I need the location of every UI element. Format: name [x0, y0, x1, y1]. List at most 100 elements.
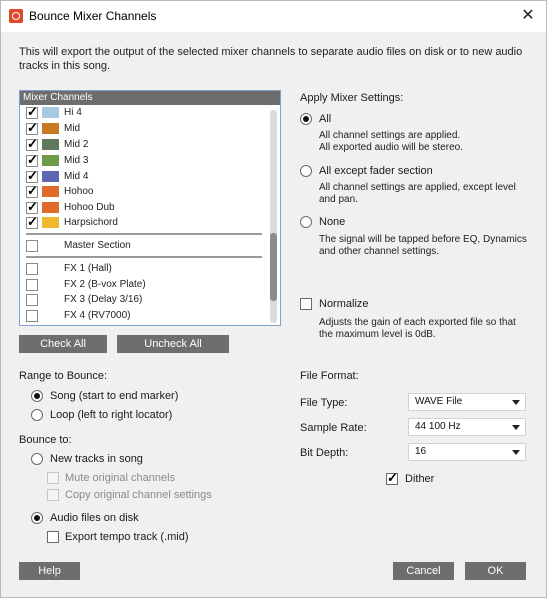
- channel-label: Harpsichord: [64, 217, 118, 228]
- channel-checkbox[interactable]: [26, 168, 38, 184]
- file-type-label: File Type:: [300, 397, 348, 409]
- master-label: Master Section: [64, 240, 131, 251]
- app-icon: [9, 9, 23, 23]
- apply-except-fader-radio[interactable]: [300, 165, 312, 177]
- normalize-desc: the maximum level is 0dB.: [319, 329, 436, 340]
- help-button[interactable]: Help: [19, 562, 80, 580]
- fx-label: FX 3 (Delay 3/16): [64, 294, 143, 305]
- apply-all-label[interactable]: All: [319, 113, 331, 125]
- channel-row[interactable]: Hi 4: [20, 104, 268, 121]
- apply-except-fader-desc: and pan.: [319, 194, 358, 205]
- channel-row[interactable]: Mid 3: [20, 152, 268, 169]
- chevron-down-icon: [512, 425, 520, 430]
- description-text: This will export the output of the selec…: [19, 46, 523, 72]
- channel-checkbox[interactable]: [26, 214, 38, 230]
- dither-label[interactable]: Dither: [405, 473, 434, 485]
- fx-row[interactable]: FX 4 (RV7000): [20, 308, 268, 324]
- chevron-down-icon: [512, 400, 520, 405]
- channel-row[interactable]: Hohoo: [20, 183, 268, 200]
- fx-checkbox[interactable]: [26, 310, 38, 322]
- bit-depth-value: 16: [415, 446, 427, 457]
- channel-row[interactable]: Mid: [20, 120, 268, 137]
- sample-rate-label: Sample Rate:: [300, 422, 367, 434]
- sample-rate-select[interactable]: 44 100 Hz: [408, 418, 526, 436]
- mute-original-checkbox: [47, 472, 59, 484]
- list-separator: [26, 256, 262, 258]
- normalize-checkbox[interactable]: [300, 298, 312, 310]
- channel-color-swatch: [42, 123, 59, 134]
- channel-checkbox[interactable]: [26, 120, 38, 136]
- channel-label: Mid 4: [64, 171, 89, 182]
- channel-checkbox[interactable]: [26, 152, 38, 168]
- range-title: Range to Bounce:: [19, 370, 108, 382]
- cancel-button[interactable]: Cancel: [393, 562, 454, 580]
- mute-original-label: Mute original channels: [65, 472, 176, 484]
- new-tracks-radio[interactable]: [31, 453, 43, 465]
- channel-checkbox[interactable]: [26, 199, 38, 215]
- title-bar: Bounce Mixer Channels ✕: [1, 1, 546, 32]
- bounce-to-title: Bounce to:: [19, 434, 72, 446]
- apply-none-radio[interactable]: [300, 216, 312, 228]
- fx-label: FX 4 (RV7000): [64, 310, 131, 321]
- channel-row[interactable]: Hohoo Dub: [20, 199, 268, 216]
- apply-except-fader-label[interactable]: All except fader section: [319, 165, 433, 177]
- mixer-channels-header: Mixer Channels: [20, 91, 280, 105]
- fx-row[interactable]: FX 3 (Delay 3/16): [20, 292, 268, 308]
- dither-checkbox[interactable]: [386, 470, 398, 486]
- channel-row[interactable]: Mid 2: [20, 136, 268, 153]
- apply-none-desc: and other channel settings.: [319, 246, 440, 257]
- channel-color-swatch: [42, 155, 59, 166]
- channel-checkbox[interactable]: [26, 183, 38, 199]
- list-scrollbar[interactable]: [270, 110, 277, 323]
- channel-row[interactable]: Mid 4: [20, 168, 268, 185]
- channel-label: Mid 3: [64, 155, 89, 166]
- scrollbar-thumb[interactable]: [270, 233, 277, 301]
- fx-checkbox[interactable]: [26, 263, 38, 275]
- channel-row[interactable]: Harpsichord: [20, 214, 268, 231]
- apply-none-desc: The signal will be tapped before EQ, Dyn…: [319, 234, 527, 245]
- master-row[interactable]: Master Section: [20, 238, 268, 254]
- copy-settings-checkbox: [47, 489, 59, 501]
- list-separator: [26, 233, 262, 235]
- fx-label: FX 1 (Hall): [64, 263, 112, 274]
- bit-depth-select[interactable]: 16: [408, 443, 526, 461]
- window-title: Bounce Mixer Channels: [29, 9, 157, 23]
- channel-checkbox[interactable]: [26, 104, 38, 120]
- fx-checkbox[interactable]: [26, 294, 38, 306]
- channel-color-swatch: [42, 186, 59, 197]
- range-loop-label[interactable]: Loop (left to right locator): [50, 409, 172, 421]
- file-type-select[interactable]: WAVE File: [408, 393, 526, 411]
- range-loop-radio[interactable]: [31, 409, 43, 421]
- channel-label: Mid: [64, 123, 81, 134]
- close-icon[interactable]: ✕: [518, 6, 538, 26]
- export-tempo-label[interactable]: Export tempo track (.mid): [65, 531, 188, 543]
- uncheck-all-button[interactable]: Uncheck All: [117, 335, 229, 353]
- fx-row[interactable]: FX 1 (Hall): [20, 261, 268, 277]
- apply-all-desc: All channel settings are applied.: [319, 130, 461, 141]
- audio-files-label[interactable]: Audio files on disk: [50, 512, 139, 524]
- chevron-down-icon: [512, 450, 520, 455]
- range-song-label[interactable]: Song (start to end marker): [50, 390, 178, 402]
- range-song-radio[interactable]: [31, 390, 43, 402]
- apply-except-fader-desc: All channel settings are applied, except…: [319, 182, 516, 193]
- fx-checkbox[interactable]: [26, 279, 38, 291]
- file-type-value: WAVE File: [415, 396, 463, 407]
- channel-checkbox[interactable]: [26, 136, 38, 152]
- bounce-dialog: Bounce Mixer Channels ✕ This will export…: [0, 0, 547, 598]
- apply-none-label[interactable]: None: [319, 216, 345, 228]
- normalize-label[interactable]: Normalize: [319, 298, 369, 310]
- audio-files-radio[interactable]: [31, 512, 43, 524]
- fx-row[interactable]: FX 2 (B-vox Plate): [20, 277, 268, 293]
- check-all-button[interactable]: Check All: [19, 335, 107, 353]
- export-tempo-checkbox[interactable]: [47, 531, 59, 543]
- apply-all-desc: All exported audio will be stereo.: [319, 142, 463, 153]
- channel-color-swatch: [42, 139, 59, 150]
- channel-label: Hohoo: [64, 186, 94, 197]
- master-checkbox[interactable]: [26, 240, 38, 252]
- channel-label: Hohoo Dub: [64, 202, 115, 213]
- mixer-channels-list[interactable]: Mixer Channels Hi 4 Mid Mid 2 Mid 3 Mid …: [19, 90, 281, 326]
- ok-button[interactable]: OK: [465, 562, 526, 580]
- channel-color-swatch: [42, 171, 59, 182]
- apply-all-radio[interactable]: [300, 113, 312, 125]
- new-tracks-label[interactable]: New tracks in song: [50, 453, 143, 465]
